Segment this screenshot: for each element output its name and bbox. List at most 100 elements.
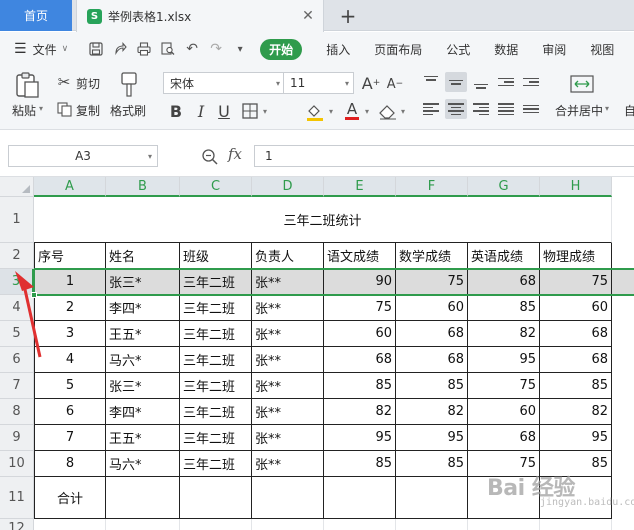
table-cell[interactable]: 三年二班 [180, 269, 252, 295]
table-cell[interactable]: 85 [396, 373, 468, 399]
fill-color-dropdown-icon[interactable]: ▾ [326, 104, 336, 118]
table-cell[interactable]: 张** [252, 295, 324, 321]
total-cell[interactable] [396, 477, 468, 519]
row-header-11[interactable]: 11 [0, 477, 34, 519]
table-cell[interactable]: 85 [324, 373, 396, 399]
insert-function-button[interactable]: fx [228, 145, 242, 163]
distributed-align-icon[interactable] [520, 99, 542, 119]
table-cell[interactable]: 85 [540, 373, 612, 399]
table-cell[interactable]: 60 [540, 295, 612, 321]
table-cell[interactable]: 三年二班 [180, 373, 252, 399]
table-cell[interactable]: 68 [540, 321, 612, 347]
table-cell[interactable]: 马六* [106, 347, 180, 373]
table-cell[interactable]: 95 [396, 425, 468, 451]
total-cell[interactable] [252, 477, 324, 519]
tab-document[interactable]: S 举例表格1.xlsx ✕ [76, 0, 324, 32]
table-cell[interactable]: 75 [324, 295, 396, 321]
table-cell[interactable]: 张** [252, 373, 324, 399]
merge-center-dropdown-icon[interactable]: ▾ [605, 104, 609, 113]
table-cell[interactable]: 85 [396, 451, 468, 477]
column-header-c[interactable]: C [180, 177, 252, 197]
header-cell[interactable]: 班级 [180, 243, 252, 269]
share-icon[interactable] [108, 38, 132, 60]
empty-cell[interactable] [324, 519, 396, 530]
eraser-dropdown-icon[interactable]: ▾ [398, 104, 408, 118]
table-cell[interactable]: 张** [252, 321, 324, 347]
tab-page-layout[interactable]: 页面布局 [374, 41, 422, 58]
fill-handle[interactable] [31, 292, 37, 298]
select-all-corner[interactable] [0, 177, 34, 197]
table-cell[interactable]: 张** [252, 451, 324, 477]
table-cell[interactable]: 4 [34, 347, 106, 373]
table-cell[interactable]: 68 [468, 269, 540, 295]
font-size-select[interactable]: 11 ▾ [283, 72, 354, 94]
table-cell[interactable]: 90 [324, 269, 396, 295]
total-cell[interactable] [106, 477, 180, 519]
row-header-8[interactable]: 8 [0, 399, 34, 425]
tab-view[interactable]: 视图 [590, 41, 614, 58]
tab-insert[interactable]: 插入 [326, 41, 350, 58]
borders-icon[interactable] [240, 102, 260, 120]
borders-dropdown-icon[interactable]: ▾ [260, 104, 270, 118]
table-cell[interactable]: 60 [396, 295, 468, 321]
empty-cell[interactable] [468, 519, 540, 530]
row-header-5[interactable]: 5 [0, 321, 34, 347]
empty-cell[interactable] [252, 519, 324, 530]
column-header-d[interactable]: D [252, 177, 324, 197]
align-bottom-icon[interactable] [470, 72, 492, 92]
undo-icon[interactable]: ↶ [180, 38, 204, 60]
table-cell[interactable]: 82 [396, 399, 468, 425]
table-cell[interactable]: 82 [324, 399, 396, 425]
justify-icon[interactable] [495, 99, 517, 119]
italic-button[interactable]: I [192, 100, 210, 122]
indent-increase-icon[interactable] [520, 72, 542, 92]
eraser-icon[interactable] [378, 102, 398, 122]
zoom-icon[interactable] [201, 148, 219, 166]
save-icon[interactable] [84, 38, 108, 60]
shrink-font-button[interactable]: A − [384, 74, 406, 94]
empty-cell[interactable] [106, 519, 180, 530]
table-cell[interactable]: 6 [34, 399, 106, 425]
align-middle-icon[interactable] [445, 72, 467, 92]
cut-icon[interactable]: ✂ [55, 73, 73, 91]
column-header-h[interactable]: H [540, 177, 612, 197]
tab-start[interactable]: 开始 [260, 38, 303, 60]
grow-font-button[interactable]: A + [360, 72, 382, 94]
row-header-7[interactable]: 7 [0, 373, 34, 399]
table-cell[interactable]: 85 [324, 451, 396, 477]
merge-center-label[interactable]: 合并居中 [555, 102, 603, 119]
table-cell[interactable]: 68 [540, 347, 612, 373]
table-cell[interactable]: 8 [34, 451, 106, 477]
font-color-dropdown-icon[interactable]: ▾ [362, 104, 372, 118]
redo-icon[interactable]: ↷ [204, 38, 228, 60]
table-cell[interactable]: 三年二班 [180, 347, 252, 373]
table-cell[interactable]: 王五* [106, 321, 180, 347]
table-cell[interactable]: 75 [540, 269, 612, 295]
table-cell[interactable]: 68 [324, 347, 396, 373]
table-cell[interactable]: 三年二班 [180, 451, 252, 477]
table-cell[interactable]: 张** [252, 399, 324, 425]
table-cell[interactable]: 82 [468, 321, 540, 347]
column-header-b[interactable]: B [106, 177, 180, 197]
name-box[interactable]: A3 ▾ [8, 145, 158, 167]
empty-cell[interactable] [180, 519, 252, 530]
indent-decrease-icon[interactable] [495, 72, 517, 92]
table-cell[interactable]: 三年二班 [180, 399, 252, 425]
table-cell[interactable]: 75 [468, 373, 540, 399]
table-cell[interactable]: 95 [468, 347, 540, 373]
file-menu-button[interactable]: ☰ 文件 ∨ [14, 41, 68, 58]
customize-toolbar-icon[interactable]: ▾ [228, 38, 252, 60]
table-cell[interactable]: 三年二班 [180, 295, 252, 321]
paste-button[interactable] [12, 70, 42, 100]
tab-data[interactable]: 数据 [494, 41, 518, 58]
table-cell[interactable]: 李四* [106, 399, 180, 425]
table-cell[interactable]: 68 [468, 425, 540, 451]
print-preview-icon[interactable] [156, 38, 180, 60]
table-cell[interactable]: 3 [34, 321, 106, 347]
table-cell[interactable]: 张三* [106, 373, 180, 399]
tab-home[interactable]: 首页 [0, 0, 72, 31]
bold-button[interactable]: B [166, 100, 186, 122]
table-cell[interactable]: 马六* [106, 451, 180, 477]
total-cell[interactable] [180, 477, 252, 519]
column-header-f[interactable]: F [396, 177, 468, 197]
